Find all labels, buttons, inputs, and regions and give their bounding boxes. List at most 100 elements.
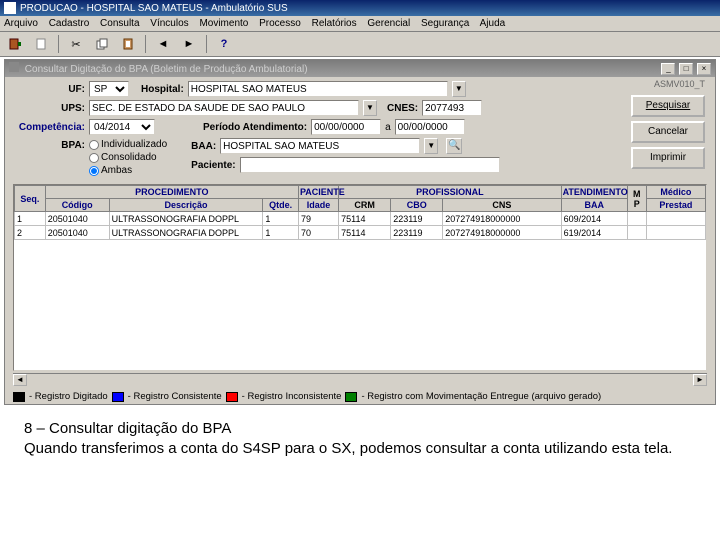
menu-movimento[interactable]: Movimento bbox=[199, 18, 248, 29]
cell-cod: 20501040 bbox=[45, 212, 109, 226]
grid-empty-area bbox=[14, 240, 706, 370]
cell-cod: 20501040 bbox=[45, 226, 109, 240]
legend-swatch-inconsistente bbox=[226, 392, 238, 402]
cell-qtde: 1 bbox=[263, 212, 299, 226]
menu-seguranca[interactable]: Segurança bbox=[421, 18, 469, 29]
results-grid: Seq. PROCEDIMENTO PACIENTE PROFISSIONAL … bbox=[13, 184, 707, 371]
col-crm[interactable]: CRM bbox=[339, 199, 391, 212]
cnes-label: CNES: bbox=[387, 103, 418, 114]
menu-relatorios[interactable]: Relatórios bbox=[312, 18, 357, 29]
exit-icon[interactable] bbox=[4, 34, 26, 54]
pesquisar-button[interactable]: Pesquisar bbox=[631, 95, 705, 117]
new-icon[interactable] bbox=[30, 34, 52, 54]
cell-baa: 619/2014 bbox=[561, 226, 627, 240]
legend: - Registro Digitado - Registro Consisten… bbox=[13, 391, 707, 402]
cut-icon[interactable]: ✂ bbox=[65, 34, 87, 54]
cell-idade: 79 bbox=[298, 212, 338, 226]
uf-label: UF: bbox=[13, 84, 85, 95]
col-baa[interactable]: BAA bbox=[561, 199, 627, 212]
uf-select[interactable]: SP bbox=[89, 81, 129, 97]
col-cns[interactable]: CNS bbox=[443, 199, 561, 212]
caption-text: 8 – Consultar digitação do BPA Quando tr… bbox=[0, 407, 720, 460]
prev-icon[interactable]: ◄ bbox=[152, 34, 174, 54]
paste-icon[interactable] bbox=[117, 34, 139, 54]
scroll-right-icon[interactable]: ► bbox=[693, 374, 707, 386]
next-icon[interactable]: ► bbox=[178, 34, 200, 54]
cell-seq: 2 bbox=[15, 226, 46, 240]
ups-input[interactable] bbox=[89, 100, 359, 116]
colgroup-medico: Médico bbox=[646, 186, 705, 199]
colgroup-atendimento: ATENDIMENTO bbox=[561, 186, 627, 199]
competencia-select[interactable]: 04/2014 bbox=[89, 119, 155, 135]
legend-swatch-consistente bbox=[112, 392, 124, 402]
cell-cbo: 223119 bbox=[391, 226, 443, 240]
app-window: PRODUCAO - HOSPITAL SAO MATEUS - Ambulat… bbox=[0, 0, 720, 405]
bpa-radio-ambas[interactable]: Ambas bbox=[89, 165, 167, 176]
legend-label: - Registro Inconsistente bbox=[242, 391, 342, 402]
close-icon[interactable]: × bbox=[697, 63, 711, 75]
baa-label: BAA: bbox=[191, 141, 216, 152]
col-seq[interactable]: Seq. bbox=[15, 186, 46, 212]
col-cbo[interactable]: CBO bbox=[391, 199, 443, 212]
caption-line1: 8 – Consultar digitação do BPA bbox=[24, 419, 708, 439]
table-row[interactable]: 220501040ULTRASSONOGRAFIA DOPPL170751142… bbox=[15, 226, 706, 240]
menu-processo[interactable]: Processo bbox=[259, 18, 301, 29]
cell-idade: 70 bbox=[298, 226, 338, 240]
table-row[interactable]: 120501040ULTRASSONOGRAFIA DOPPL179751142… bbox=[15, 212, 706, 226]
horizontal-scrollbar[interactable]: ◄ ► bbox=[13, 373, 707, 387]
bpa-radio-individualizado[interactable]: Individualizado bbox=[89, 139, 167, 150]
cell-cbo: 223119 bbox=[391, 212, 443, 226]
menubar: Arquivo Cadastro Consulta Vínculos Movim… bbox=[0, 16, 720, 32]
hospital-dropdown-icon[interactable]: ▼ bbox=[452, 81, 466, 97]
col-prestad[interactable]: Prestad bbox=[646, 199, 705, 212]
legend-label: - Registro com Movimentação Entregue (ar… bbox=[361, 391, 601, 402]
menu-arquivo[interactable]: Arquivo bbox=[4, 18, 38, 29]
colgroup-profissional: PROFISSIONAL bbox=[339, 186, 561, 199]
minimize-icon[interactable]: _ bbox=[661, 63, 675, 75]
legend-swatch-entregue bbox=[345, 392, 357, 402]
help-icon[interactable]: ? bbox=[213, 34, 235, 54]
cell-cns: 207274918000000 bbox=[443, 226, 561, 240]
cnes-input[interactable] bbox=[422, 100, 482, 116]
child-title-icon bbox=[9, 62, 19, 72]
separator bbox=[145, 35, 146, 53]
form-panel: ASMV010_T Pesquisar Cancelar Imprimir UF… bbox=[5, 77, 715, 182]
periodo-label: Período Atendimento: bbox=[203, 122, 307, 133]
separator bbox=[206, 35, 207, 53]
menu-gerencial[interactable]: Gerencial bbox=[367, 18, 410, 29]
col-codigo[interactable]: Código bbox=[45, 199, 109, 212]
menu-consulta[interactable]: Consulta bbox=[100, 18, 139, 29]
cell-crm: 75114 bbox=[339, 226, 391, 240]
cancelar-button[interactable]: Cancelar bbox=[631, 121, 705, 143]
maximize-icon[interactable]: □ bbox=[679, 63, 693, 75]
scroll-left-icon[interactable]: ◄ bbox=[13, 374, 27, 386]
baa-dropdown-icon[interactable]: ▼ bbox=[424, 138, 438, 154]
search-icon[interactable]: 🔍 bbox=[446, 138, 462, 154]
col-mp[interactable]: M P bbox=[627, 186, 646, 212]
cell-mp bbox=[627, 212, 646, 226]
caption-line2: Quando transferimos a conta do S4SP para… bbox=[24, 439, 708, 459]
col-idade[interactable]: Idade bbox=[298, 199, 338, 212]
periodo-ate-input[interactable] bbox=[395, 119, 465, 135]
bpa-label: BPA: bbox=[13, 138, 85, 151]
titlebar-text: PRODUCAO - HOSPITAL SAO MATEUS - Ambulat… bbox=[20, 3, 288, 14]
col-descricao[interactable]: Descrição bbox=[109, 199, 263, 212]
separator bbox=[58, 35, 59, 53]
imprimir-button[interactable]: Imprimir bbox=[631, 147, 705, 169]
cell-seq: 1 bbox=[15, 212, 46, 226]
baa-input[interactable] bbox=[220, 138, 420, 154]
hospital-input[interactable] bbox=[188, 81, 448, 97]
col-qtde[interactable]: Qtde. bbox=[263, 199, 299, 212]
cell-desc: ULTRASSONOGRAFIA DOPPL bbox=[109, 212, 263, 226]
bpa-radio-consolidado[interactable]: Consolidado bbox=[89, 152, 167, 163]
ups-dropdown-icon[interactable]: ▼ bbox=[363, 100, 377, 116]
cell-crm: 75114 bbox=[339, 212, 391, 226]
menu-vinculos[interactable]: Vínculos bbox=[150, 18, 188, 29]
menu-cadastro[interactable]: Cadastro bbox=[49, 18, 90, 29]
copy-icon[interactable] bbox=[91, 34, 113, 54]
menu-ajuda[interactable]: Ajuda bbox=[480, 18, 506, 29]
paciente-input[interactable] bbox=[240, 157, 500, 173]
paciente-label: Paciente: bbox=[191, 160, 235, 171]
ups-label: UPS: bbox=[13, 103, 85, 114]
periodo-de-input[interactable] bbox=[311, 119, 381, 135]
